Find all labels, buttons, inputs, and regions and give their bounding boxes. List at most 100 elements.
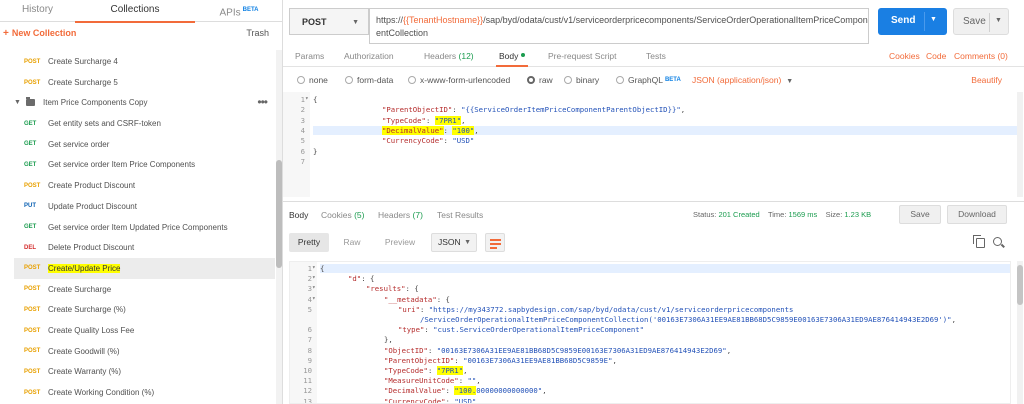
radio-none[interactable]: none — [297, 75, 328, 85]
radio-graphql[interactable]: GraphQL BETA — [616, 75, 681, 85]
wrap-lines-icon[interactable] — [485, 233, 505, 252]
line-number: 7 — [300, 156, 305, 166]
fold-icon[interactable]: ▾ — [312, 295, 316, 302]
request-name: Create/Update Price — [48, 263, 121, 273]
tab-test-results[interactable]: Test Results — [437, 210, 483, 220]
cookies-link[interactable]: Cookies — [889, 51, 920, 61]
request-body-editor[interactable]: 1 ▾ 2 3 4 5 6 7 {"ParentObjectID": "{{ServiceOr… — [283, 92, 1024, 197]
save-response-button[interactable]: Save — [899, 205, 941, 224]
radio-urlencoded[interactable]: x-www-form-urlencoded — [408, 75, 510, 85]
save-dropdown-icon[interactable]: ▼ — [995, 17, 1002, 24]
save-button[interactable]: Save ▼ — [953, 8, 1009, 35]
tab-headers[interactable]: Headers (12) — [424, 51, 474, 61]
new-collection-button[interactable]: + New Collection — [3, 28, 76, 39]
request-name: Create Working Condition (%) — [48, 388, 155, 398]
request-item[interactable]: POST Create Surcharge (%) — [14, 299, 275, 320]
request-item[interactable]: GET Get service order — [14, 134, 275, 155]
request-item[interactable]: POST Create Working Condition (%) — [14, 382, 275, 403]
tab-tests[interactable]: Tests — [646, 51, 666, 61]
request-item[interactable]: POST Create Surcharge 5 — [14, 72, 275, 93]
code-link[interactable]: Code — [926, 51, 946, 61]
sidebar: History Collections APIs BETA + New Collec… — [0, 0, 283, 404]
method-badge: POST — [24, 368, 41, 375]
folder-icon — [26, 96, 35, 106]
sidebar-scroll-thumb[interactable] — [276, 160, 282, 268]
request-item[interactable]: PUT Update Product Discount — [14, 196, 275, 217]
comments-link[interactable]: Comments (0) — [954, 51, 1008, 61]
request-item[interactable]: POST Create Warranty (%) — [14, 361, 275, 382]
search-icon[interactable] — [993, 237, 1002, 246]
line-number: 5 — [307, 304, 312, 314]
tab-pre-request-script[interactable]: Pre-request Script — [548, 51, 617, 61]
chevron-down-icon: ▼ — [352, 19, 359, 26]
request-item[interactable]: POST Create Product Discount — [14, 175, 275, 196]
fold-icon[interactable]: ▾ — [312, 264, 316, 271]
tab-response-headers[interactable]: Headers (7) — [378, 210, 423, 220]
url-input[interactable]: https://{{TenantHostname}}/sap/byd/odata… — [369, 8, 869, 44]
code-line: "MeasureUnitCode": "", — [384, 376, 481, 386]
request-editor-scrollbar[interactable] — [1017, 92, 1023, 197]
method-badge: GET — [24, 161, 37, 168]
size-value: 1.23 KB — [844, 210, 872, 219]
request-item[interactable]: POST Create Goodwill (%) — [14, 341, 275, 362]
view-raw[interactable]: Raw — [333, 233, 371, 252]
tab-history[interactable]: History — [0, 3, 75, 22]
radio-form-data[interactable]: form-data — [345, 75, 393, 85]
tab-apis[interactable]: APIs BETA — [195, 3, 283, 22]
view-pretty[interactable]: Pretty — [289, 233, 329, 252]
fold-icon[interactable]: ▾ — [305, 95, 309, 102]
method-badge: POST — [24, 58, 41, 65]
more-options-icon[interactable]: ••• — [257, 95, 268, 109]
beautify-link[interactable]: Beautify — [971, 75, 1002, 85]
code-line: /ServiceOrderOperationalItemPriceCompone… — [420, 315, 956, 324]
line-number: 2 — [307, 274, 312, 284]
json-value: "" — [467, 376, 477, 386]
radio-binary[interactable]: binary — [564, 75, 599, 85]
request-item[interactable]: POST Create Surcharge 4 — [14, 51, 275, 72]
request-item[interactable]: GET Get entity sets and CSRF-token — [14, 113, 275, 134]
code-line: "CurrencyCode": "USD", — [384, 396, 481, 404]
json-key: "TypeCode" — [382, 115, 426, 125]
content-type-select[interactable]: JSON (application/json) ▼ — [692, 75, 793, 85]
request-item[interactable]: POST Create Quality Loss Fee — [14, 320, 275, 341]
folder-item-price-components-copy[interactable]: ▼ Item Price Components Copy ••• — [14, 92, 275, 112]
json-value: "USD" — [454, 396, 477, 404]
tab-response-body[interactable]: Body — [289, 210, 308, 220]
tab-collections[interactable]: Collections — [75, 3, 195, 23]
download-button[interactable]: Download — [947, 205, 1007, 224]
send-button[interactable]: Send ▼ — [878, 8, 947, 35]
view-preview[interactable]: Preview — [375, 233, 425, 252]
request-name: Delete Product Discount — [48, 243, 135, 253]
json-value: "7PR1" — [436, 366, 464, 375]
request-item[interactable]: POST Create Surcharge — [14, 279, 275, 300]
plus-icon: + — [3, 28, 9, 39]
method-badge: POST — [24, 79, 41, 86]
json-value: "cust.ServiceOrderOperationalItemPriceCo… — [433, 325, 645, 335]
code-line: "d": { — [348, 274, 375, 284]
fold-icon[interactable]: ▾ — [312, 274, 316, 281]
tab-response-cookies[interactable]: Cookies (5) — [321, 210, 364, 220]
json-key: "TypeCode" — [384, 366, 428, 375]
tab-body[interactable]: Body — [495, 51, 529, 67]
send-dropdown-icon[interactable]: ▼ — [930, 16, 937, 23]
radio-raw[interactable]: raw — [527, 75, 553, 85]
copy-icon[interactable] — [973, 235, 985, 248]
request-name: Get service order Item Price Components — [48, 160, 196, 170]
fold-icon[interactable]: ▾ — [312, 284, 316, 291]
code-line: "ParentObjectID": "{{ServiceOrderItemPri… — [382, 105, 686, 115]
response-body-viewer[interactable]: 1 ▾ 2 ▾ 3 ▾ 4 ▾ 5 6 7 8 9 10 11 12 13 {"d": {"results": … — [289, 261, 1011, 404]
request-item[interactable]: GET Get service order Item Price Componen… — [14, 154, 275, 175]
sidebar-scrollbar[interactable] — [276, 50, 282, 404]
tab-params[interactable]: Params — [295, 51, 324, 61]
request-item[interactable]: GET Get service order Item Updated Price … — [14, 217, 275, 238]
url-env-variable: {{TenantHostname}} — [403, 15, 484, 25]
response-format-select[interactable]: JSON ▼ — [431, 233, 477, 252]
request-item[interactable]: DEL Delete Product Discount — [14, 237, 275, 258]
trash-button[interactable]: Trash — [246, 28, 269, 38]
chevron-down-icon[interactable]: ▼ — [14, 99, 26, 106]
response-scroll-thumb[interactable] — [1017, 265, 1023, 305]
method-select[interactable]: POST ▼ — [289, 8, 369, 35]
tab-authorization[interactable]: Authorization — [344, 51, 394, 61]
response-scrollbar[interactable] — [1017, 261, 1023, 404]
request-item[interactable]: POST Create/Update Price — [14, 257, 275, 279]
